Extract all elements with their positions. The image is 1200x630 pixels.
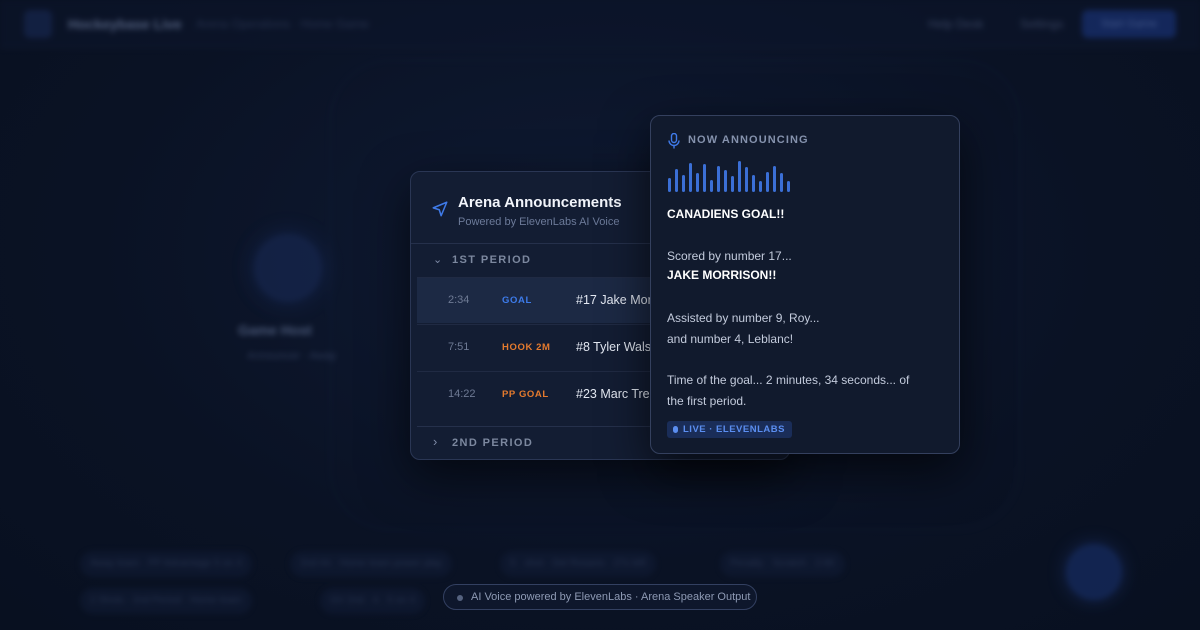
start-game-button[interactable]: Start Game [1082, 10, 1176, 38]
bg-event-pill: 2nd Int · Home team power play [290, 551, 453, 577]
avatar [254, 234, 322, 302]
nav-link-help[interactable]: Help Desk [928, 17, 983, 31]
now-announcing-label: NOW ANNOUNCING [688, 134, 809, 146]
now-announcing-card: NOW ANNOUNCING CANADIENS GOAL!! Scored b… [650, 115, 960, 454]
chevron-right-icon: › [433, 434, 438, 449]
bg-event-pill: Away team · PP Advantage 5 on 4 [80, 551, 252, 577]
announcement-line: and number 4, Leblanc! [667, 332, 794, 346]
chevron-down-icon: ⌄ [433, 254, 443, 266]
footer-status-pill: AI Voice powered by ElevenLabs · Arena S… [443, 584, 757, 610]
bg-event-pill: GV 2nd · 4 · 5 on 4 [320, 588, 426, 614]
waveform-bar [710, 180, 713, 192]
waveform-bar [724, 170, 727, 192]
footer-text: AI Voice powered by ElevenLabs · Arena S… [471, 591, 751, 603]
app-logo [24, 10, 52, 38]
floating-action-button[interactable] [1066, 544, 1122, 600]
waveform-bar [738, 161, 741, 192]
event-type-badge: HOOK 2M [502, 342, 551, 353]
event-type-badge: PP GOAL [502, 389, 549, 400]
period-label: 2ND PERIOD [452, 437, 534, 449]
waveform-bar [773, 166, 776, 192]
waveform-bar [689, 163, 692, 192]
avatar-role: Announcer · Away [247, 350, 337, 362]
waveform-bar [787, 181, 790, 192]
period-label: 1ST PERIOD [452, 254, 532, 266]
live-badge: LIVE · ELEVENLABS [667, 421, 792, 438]
waveform-bar [717, 166, 720, 192]
waveform-bar [668, 178, 671, 192]
event-time: 2:34 [448, 294, 470, 306]
bg-event-pill: Penalty · Scratch · 2:00 [720, 551, 845, 577]
waveform-bar [682, 175, 685, 192]
live-dot-icon [673, 426, 678, 433]
event-time: 7:51 [448, 341, 470, 353]
waveform-bar [703, 164, 706, 192]
live-badge-text: LIVE · ELEVENLABS [683, 424, 785, 435]
nav-link-settings[interactable]: Settings [1020, 17, 1063, 31]
waveform-bar [759, 181, 762, 192]
navigation-arrow-icon [432, 201, 448, 217]
announcement-line: Assisted by number 9, Roy... [667, 311, 820, 325]
microphone-icon [668, 133, 680, 149]
event-time: 14:22 [448, 388, 476, 400]
announcement-line: Scored by number 17... [667, 249, 792, 263]
status-dot-icon [457, 595, 463, 601]
announcement-player-name: JAKE MORRISON!! [667, 268, 777, 282]
waveform-bar [745, 167, 748, 192]
app-root: Hockeybase Live Arena Operations · Home … [0, 0, 1200, 630]
top-bar: Hockeybase Live Arena Operations · Home … [0, 0, 1200, 48]
bg-event-pill: 2 Shots · 2nd Period · Home team [80, 588, 252, 614]
waveform-bar [675, 169, 678, 192]
event-player: #8 Tyler Walsh [576, 340, 658, 354]
panel-subtitle: Powered by ElevenLabs AI Voice [458, 216, 620, 228]
announcement-headline: CANADIENS GOAL!! [667, 207, 785, 221]
waveform-bar [766, 172, 769, 192]
announcement-line: the first period. [667, 394, 747, 408]
avatar-name: Game Host [238, 322, 312, 338]
panel-title: Arena Announcements [458, 194, 622, 211]
waveform-bar [731, 176, 734, 192]
audio-waveform [668, 160, 798, 192]
app-subtitle: Arena Operations · Home Game [196, 17, 369, 31]
event-type-badge: GOAL [502, 295, 532, 306]
waveform-bar [696, 173, 699, 192]
waveform-bar [780, 173, 783, 192]
waveform-bar [752, 175, 755, 192]
bg-event-pill: 5 · shot · Del Rosario · 27s left [500, 551, 656, 577]
announcement-line: Time of the goal... 2 minutes, 34 second… [667, 373, 910, 387]
app-title: Hockeybase Live [68, 16, 182, 32]
